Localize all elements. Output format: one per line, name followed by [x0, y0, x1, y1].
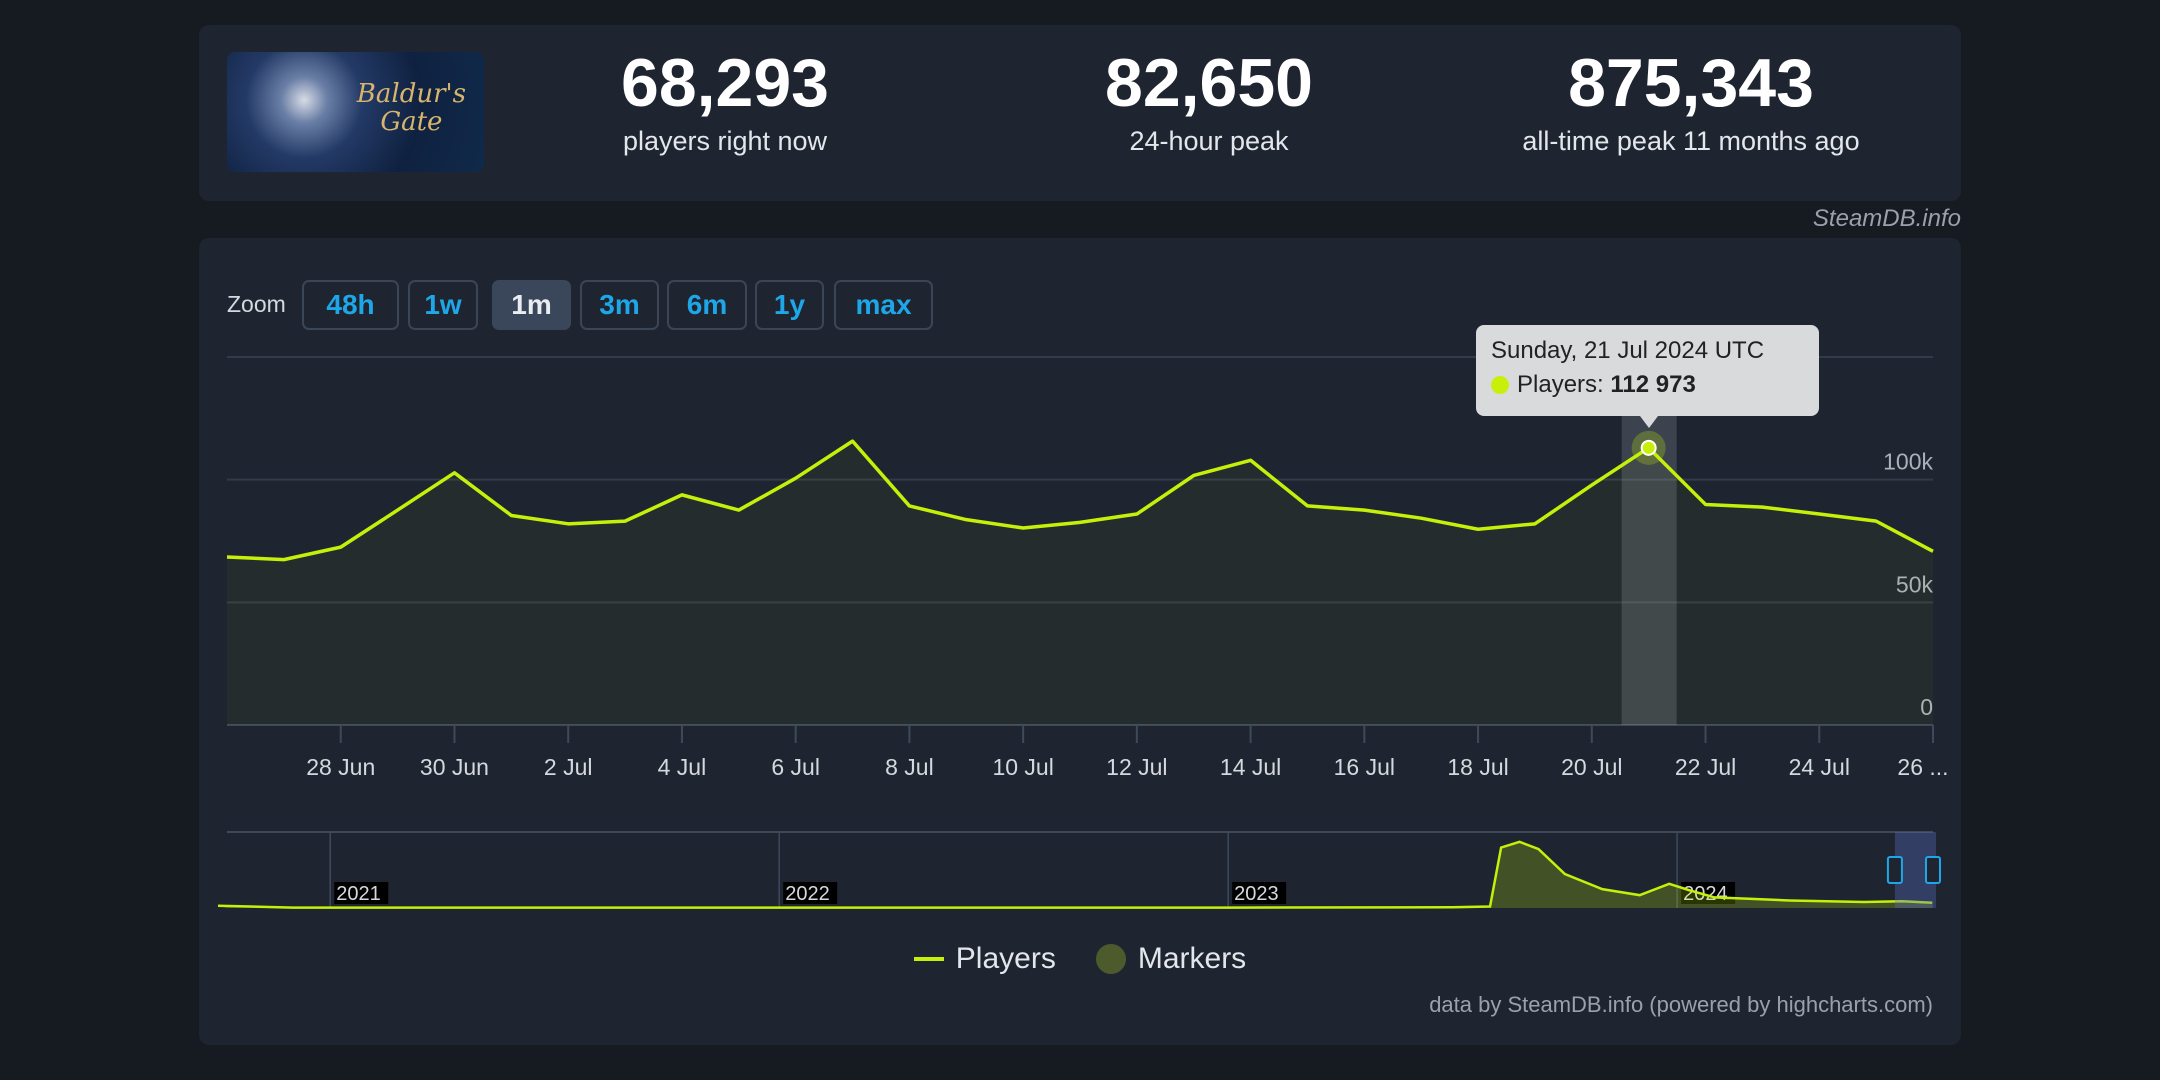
data-point [1476, 527, 1480, 531]
hover-point [1640, 439, 1657, 456]
highcharts-credit-link[interactable]: data by SteamDB.info (powered by highcha… [1429, 992, 1933, 1018]
data-point [1931, 549, 1935, 553]
data-point [1249, 458, 1253, 462]
data-point [1590, 483, 1594, 487]
navigator-year-label: 2023 [1234, 883, 1279, 905]
data-point [1817, 512, 1821, 516]
data-point [452, 471, 456, 475]
navigator-year-label: 2021 [336, 883, 381, 905]
data-point [1305, 504, 1309, 508]
legend-players[interactable]: Players [913, 942, 1056, 976]
x-tick-label: 24 Jul [1789, 754, 1850, 780]
data-point [680, 493, 684, 497]
player-chart[interactable]: 050k100k28 Jun30 Jun2 Jul4 Jul6 Jul8 Jul… [0, 0, 2160, 1080]
x-tick-label: 20 Jul [1561, 754, 1622, 780]
x-tick-label: 26 ... [1897, 754, 1948, 780]
data-point [1533, 522, 1537, 526]
navigator-left-handle[interactable] [1886, 856, 1903, 884]
data-point [623, 519, 627, 523]
data-point [851, 439, 855, 443]
data-point [1078, 520, 1082, 524]
data-point [964, 518, 968, 522]
data-point [907, 504, 911, 508]
tooltip-series: Players: [1517, 371, 1604, 398]
chart-tooltip: Sunday, 21 Jul 2024 UTC Players: 112 973 [1476, 325, 1819, 428]
data-point [1760, 505, 1764, 509]
data-point [339, 545, 343, 549]
x-tick-label: 8 Jul [885, 754, 934, 780]
chart-legend: Players Markers [0, 942, 2160, 976]
data-point [396, 508, 400, 512]
data-point [1704, 502, 1708, 506]
legend-markers[interactable]: Markers [1095, 942, 1247, 976]
series-dot-icon [1491, 376, 1509, 394]
legend-markers-label: Markers [1137, 942, 1247, 975]
data-point [1362, 508, 1366, 512]
circle-swatch-icon [1095, 944, 1126, 974]
data-point [509, 513, 513, 517]
data-point [225, 555, 229, 559]
data-point [794, 476, 798, 480]
x-tick-label: 14 Jul [1220, 754, 1281, 780]
x-tick-label: 10 Jul [992, 754, 1053, 780]
data-point [1135, 512, 1139, 516]
y-tick-label: 100k [1883, 449, 1933, 475]
data-point [1192, 473, 1196, 477]
x-tick-label: 16 Jul [1334, 754, 1395, 780]
x-tick-label: 30 Jun [420, 754, 489, 780]
navigator-right-handle[interactable] [1925, 856, 1941, 884]
x-tick-label: 18 Jul [1447, 754, 1508, 780]
data-point [566, 522, 570, 526]
data-point [1874, 519, 1878, 523]
data-point [1419, 516, 1423, 520]
navigator-area [218, 841, 1934, 908]
tooltip-value: 112 973 [1610, 371, 1696, 398]
x-tick-label: 28 Jun [306, 754, 375, 780]
line-swatch-icon [913, 957, 944, 961]
data-point [1021, 526, 1025, 530]
x-tick-label: 4 Jul [658, 754, 707, 780]
legend-players-label: Players [955, 942, 1056, 975]
x-tick-label: 22 Jul [1675, 754, 1736, 780]
data-point [737, 508, 741, 512]
x-tick-label: 6 Jul [771, 754, 820, 780]
data-point [282, 558, 286, 562]
tooltip-date: Sunday, 21 Jul 2024 UTC [1491, 337, 1765, 364]
x-tick-label: 2 Jul [544, 754, 593, 780]
navigator-year-label: 2022 [785, 883, 830, 905]
series-area [227, 441, 1933, 725]
x-tick-label: 12 Jul [1106, 754, 1167, 780]
